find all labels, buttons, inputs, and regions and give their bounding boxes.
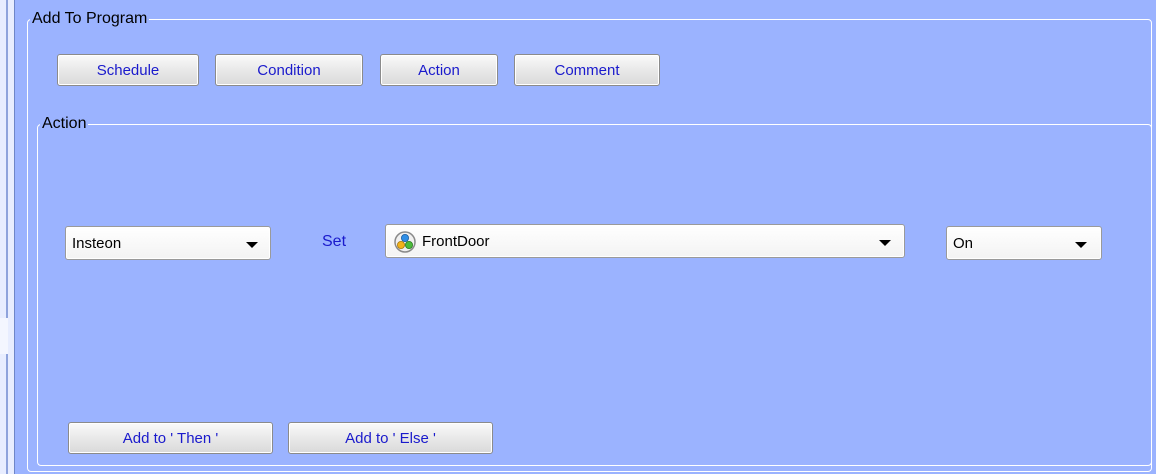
chevron-down-icon[interactable]	[246, 242, 258, 248]
chevron-down-icon[interactable]	[879, 240, 891, 246]
add-to-then-button[interactable]: Add to ' Then '	[68, 422, 273, 454]
action-legend: Action	[42, 115, 87, 132]
type-select-value: Insteon	[72, 235, 122, 252]
state-select-value: On	[953, 235, 974, 252]
splitter-grip[interactable]	[0, 318, 8, 354]
insteon-device-icon	[394, 231, 416, 253]
add-to-else-button[interactable]: Add to ' Else '	[288, 422, 493, 454]
action-button[interactable]: Action	[380, 54, 498, 86]
state-select[interactable]: On	[946, 226, 1102, 260]
left-splitter[interactable]	[0, 0, 15, 474]
device-select[interactable]: FrontDoor	[385, 224, 905, 258]
device-select-value: FrontDoor	[422, 233, 490, 250]
set-label: Set	[322, 233, 347, 250]
schedule-button[interactable]: Schedule	[57, 54, 199, 86]
action-group: Action	[37, 115, 1152, 466]
condition-button[interactable]: Condition	[215, 54, 363, 86]
type-select[interactable]: Insteon	[65, 226, 271, 260]
add-to-program-legend: Add To Program	[32, 10, 148, 27]
chevron-down-icon[interactable]	[1075, 242, 1087, 248]
comment-button[interactable]: Comment	[514, 54, 660, 86]
